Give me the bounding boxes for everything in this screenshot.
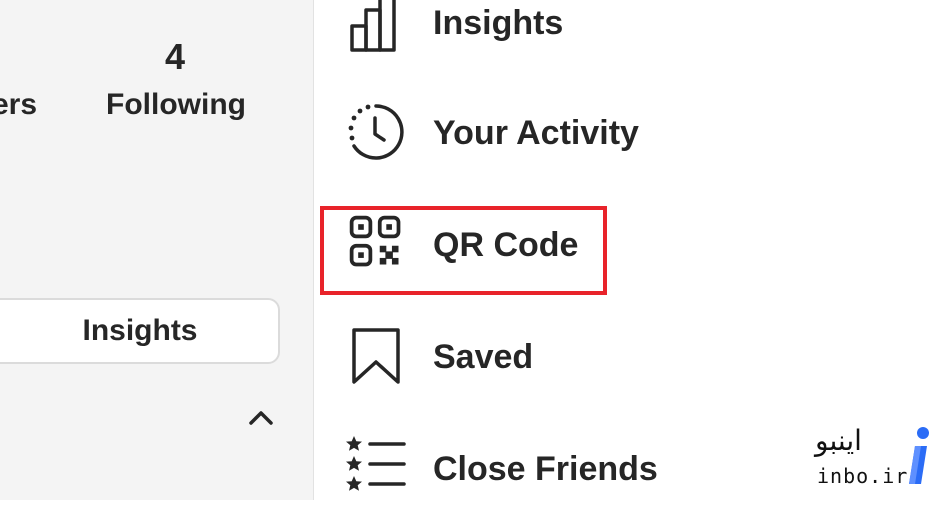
watermark-brand-fa: اینبو: [815, 424, 862, 457]
close-friends-list-icon: [346, 436, 406, 491]
menu-item-insights[interactable]: Insights: [330, 0, 930, 68]
menu-item-label: Your Activity: [433, 114, 639, 152]
menu-item-label: Saved: [433, 338, 534, 376]
pane-divider: [313, 0, 314, 500]
watermark-brand-en: inbo.ir: [817, 464, 909, 488]
menu-item-saved[interactable]: Saved: [330, 312, 930, 402]
menu-item-your-activity[interactable]: Your Activity: [330, 88, 930, 178]
menu-item-label: Close Friends: [433, 450, 658, 488]
inbo-logo-icon: [909, 427, 929, 484]
menu-item-label: Insights: [433, 4, 564, 42]
bar-chart-icon: [350, 0, 396, 52]
bookmark-icon: [352, 328, 400, 384]
insights-button[interactable]: Insights: [0, 298, 280, 364]
inbo-watermark: اینبو inbo.ir: [815, 420, 940, 490]
following-count[interactable]: 4: [150, 36, 200, 78]
following-label[interactable]: Following: [106, 88, 246, 122]
activity-clock-icon: [348, 104, 404, 160]
followers-label[interactable]: ers: [0, 88, 37, 122]
insights-button-label: Insights: [82, 314, 198, 347]
profile-pane: ers 4 Following Insights: [0, 0, 313, 500]
qr-code-highlight-box: [320, 206, 607, 295]
chevron-up-icon[interactable]: [247, 403, 275, 431]
